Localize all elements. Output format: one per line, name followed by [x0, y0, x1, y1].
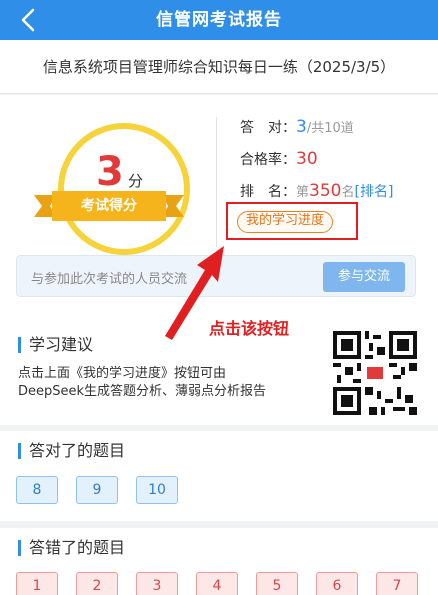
- correct-section-title: 答对了的题目: [18, 443, 125, 459]
- qr-code-icon: [333, 331, 417, 415]
- rank-row: 排 名：第350名[排名]: [240, 181, 393, 201]
- advice-card: 点击该按钮 学习建议 点击上面《我的学习进度》按钮可由 DeepSeek生成答题…: [0, 319, 438, 425]
- pass-rate-row: 合格率：30: [240, 149, 318, 169]
- discussion-bar: 与参加此次考试的人员交流 参与交流: [16, 255, 416, 297]
- rank-value: 350: [309, 181, 342, 201]
- rank-link[interactable]: [排名]: [354, 184, 393, 200]
- wrong-question-3[interactable]: 3: [136, 572, 178, 595]
- correct-question-8[interactable]: 8: [16, 476, 58, 504]
- rank-prefix: 第: [296, 185, 310, 200]
- wrong-question-6[interactable]: 6: [316, 572, 358, 595]
- correct-questions-card: 答对了的题目 8 9 10: [0, 431, 438, 521]
- advice-line-1: 点击上面《我的学习进度》按钮可由: [18, 366, 227, 381]
- my-progress-button[interactable]: 我的学习进度: [237, 211, 334, 233]
- correct-count-row: 答 对：3/共10道: [240, 117, 354, 137]
- advice-title: 学习建议: [18, 337, 93, 353]
- correct-question-9[interactable]: 9: [76, 476, 118, 504]
- advice-line-2: DeepSeek生成答题分析、薄弱点分析报告: [18, 384, 267, 399]
- score-unit: 分: [128, 172, 144, 190]
- exam-name: 信息系统项目管理师综合知识每日一练（2025/3/5）: [42, 58, 396, 76]
- rank-label: 排 名：: [240, 184, 296, 200]
- correct-label: 答 对：: [240, 120, 296, 136]
- top-bar: 信管网考试报告: [0, 0, 438, 40]
- wrong-question-5[interactable]: 5: [256, 572, 298, 595]
- join-discussion-button[interactable]: 参与交流: [323, 262, 405, 292]
- correct-value: 3: [296, 117, 307, 137]
- rank-suffix: 名: [341, 185, 355, 200]
- page-title: 信管网考试报告: [156, 10, 282, 30]
- score-label: 考试得分: [81, 198, 137, 214]
- wrong-question-1[interactable]: 1: [16, 572, 58, 595]
- wrong-question-7[interactable]: 7: [376, 572, 418, 595]
- annotation-text: 点击该按钮: [209, 319, 290, 338]
- exam-name-bar: 信息系统项目管理师综合知识每日一练（2025/3/5）: [0, 40, 438, 94]
- discussion-text: 与参加此次考试的人员交流: [31, 272, 188, 287]
- result-card: 3 分 考试得分 答 对：3/共10道 合格率：30 排 名：第350名[排名]…: [0, 95, 438, 323]
- wrong-question-4[interactable]: 4: [196, 572, 238, 595]
- wrong-question-2[interactable]: 2: [76, 572, 118, 595]
- advice-text: 点击上面《我的学习进度》按钮可由 DeepSeek生成答题分析、薄弱点分析报告: [18, 365, 318, 401]
- exam-report-page: 信管网考试报告 信息系统项目管理师综合知识每日一练（2025/3/5） 3 分 …: [0, 0, 438, 595]
- divider: [216, 117, 217, 247]
- pass-rate-value: 30: [296, 149, 318, 169]
- wrong-questions-card: 答错了的题目 1 2 3 4 5 6 7: [0, 528, 438, 595]
- correct-total: /共10道: [306, 121, 354, 136]
- wrong-section-title: 答错了的题目: [18, 540, 125, 556]
- correct-question-10[interactable]: 10: [136, 476, 178, 504]
- pass-rate-label: 合格率：: [240, 152, 296, 168]
